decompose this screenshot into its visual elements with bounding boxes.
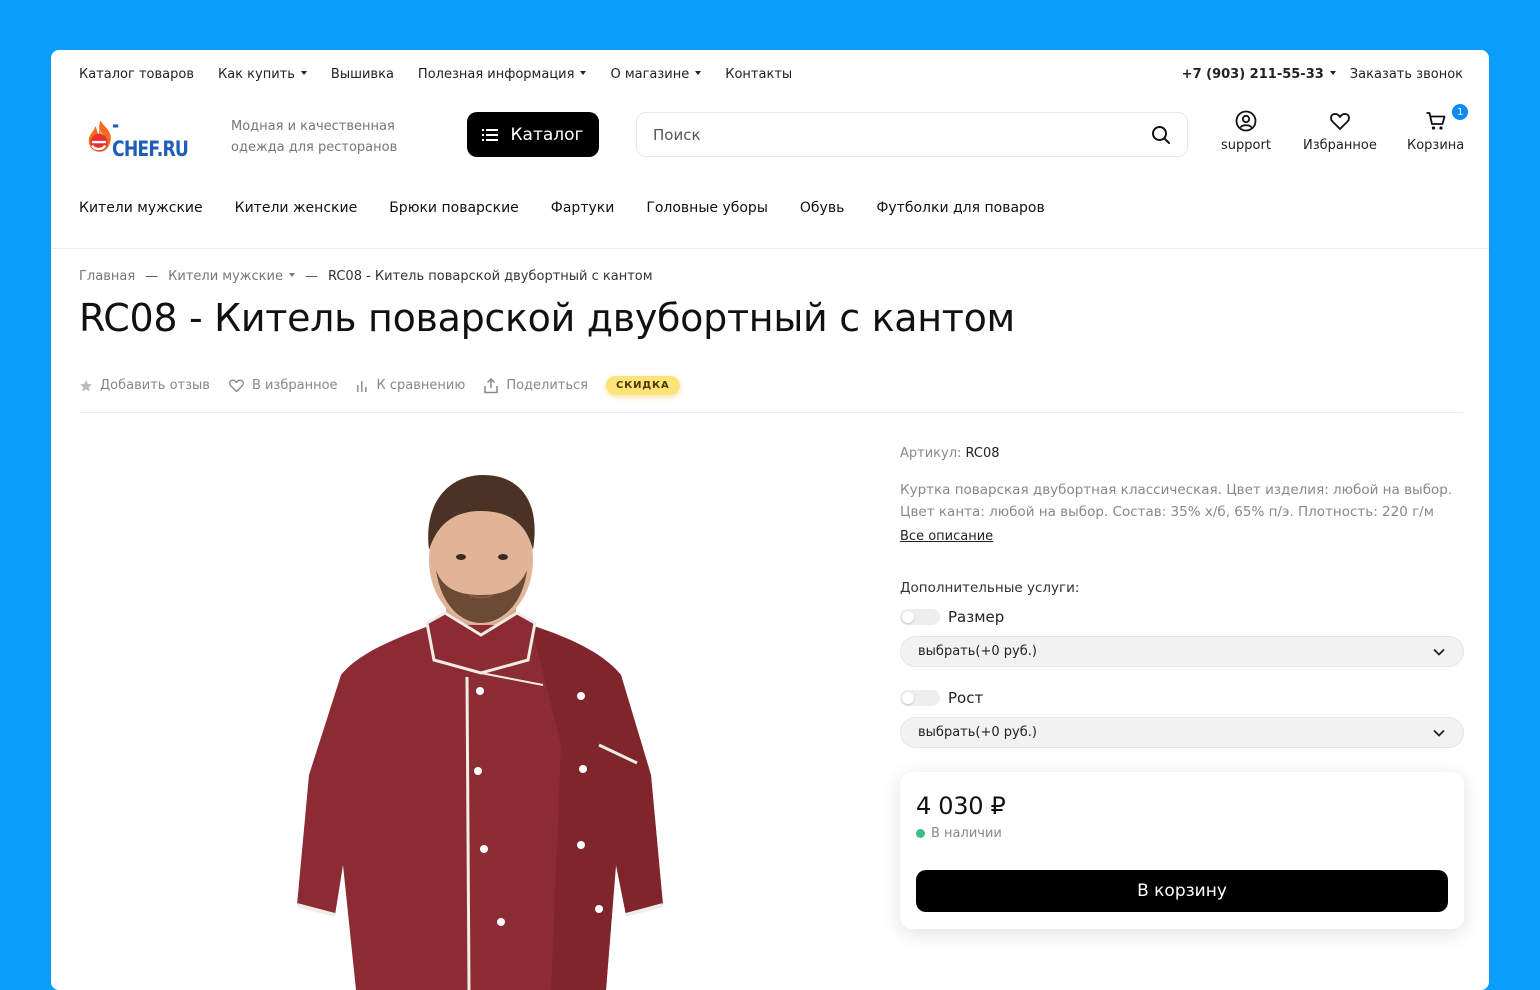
category-item[interactable]: Брюки поварские — [389, 200, 519, 216]
search-icon[interactable] — [1151, 125, 1171, 145]
size-option: Размер — [900, 608, 1464, 626]
add-review-button[interactable]: Добавить отзыв — [79, 378, 210, 393]
product-sku: Артикул: RC08 — [900, 446, 1464, 461]
caret-down-icon — [695, 70, 702, 75]
stock-label: В наличии — [931, 826, 1002, 841]
favorites-link[interactable]: Избранное — [1303, 110, 1377, 153]
heart-icon — [1329, 113, 1350, 130]
share-button[interactable]: Поделиться — [483, 377, 589, 394]
sku-value: RC08 — [965, 446, 1000, 461]
star-icon — [80, 379, 92, 391]
breadcrumb-separator: — — [145, 269, 159, 284]
actions-divider — [79, 412, 1463, 413]
contact-area: +7 (903) 211-55-33 Заказать звонок — [1182, 67, 1463, 82]
category-item[interactable]: Обувь — [800, 200, 844, 216]
topnav-label: Вышивка — [330, 67, 394, 82]
height-option-label: Рост — [948, 689, 984, 707]
caret-down-icon — [300, 70, 307, 75]
size-select[interactable]: выбрать(+0 руб.) — [900, 636, 1464, 667]
category-item[interactable]: Кители мужские — [79, 200, 203, 216]
caret-down-icon — [580, 70, 587, 75]
sku-label: Артикул: — [900, 446, 962, 461]
support-link[interactable]: support — [1221, 110, 1271, 153]
catalog-button[interactable]: Каталог — [467, 112, 599, 157]
cart-link[interactable]: 1 Корзина — [1407, 104, 1469, 153]
site-logo[interactable]: -CHEF.RU — [85, 113, 205, 161]
chevron-down-icon — [1433, 648, 1445, 656]
topnav-label: Полезная информация — [417, 67, 575, 82]
site-tagline: Модная и качественная одежда для рестора… — [231, 119, 398, 155]
cart-count-badge: 1 — [1452, 104, 1469, 120]
category-nav: Кители мужские Кители женские Брюки пова… — [79, 200, 1077, 216]
topnav-label: О магазине — [610, 67, 690, 82]
add-favorite-button[interactable]: В избранное — [228, 378, 338, 393]
full-description-link[interactable]: Все описание — [900, 529, 993, 544]
product-description: Куртка поварская двубортная классическая… — [900, 482, 1453, 520]
height-option: Рост — [900, 689, 1464, 707]
caret-down-icon[interactable] — [288, 272, 295, 277]
topnav-item-contacts[interactable]: Контакты — [725, 67, 792, 82]
category-item[interactable]: Кители женские — [235, 200, 358, 216]
product-info: Артикул: RC08 Куртка поварская двубортна… — [900, 446, 1464, 748]
share-icon — [484, 377, 499, 393]
stock-status: В наличии — [916, 826, 1448, 841]
topnav-label: Каталог товаров — [79, 67, 194, 82]
size-toggle[interactable] — [900, 609, 940, 625]
user-icon — [1235, 110, 1257, 132]
top-nav: Каталог товаров Как купить Вышивка Полез… — [79, 67, 816, 82]
buy-box: 4 030 ₽ В наличии В корзину — [900, 772, 1464, 929]
compare-button[interactable]: К сравнению — [356, 378, 466, 393]
category-item[interactable]: Фартуки — [551, 200, 615, 216]
in-stock-dot-icon — [916, 829, 925, 838]
favorites-label: Избранное — [1303, 138, 1377, 153]
sale-badge: СКИДКА — [606, 376, 680, 395]
cart-label: Корзина — [1407, 138, 1465, 153]
share-label: Поделиться — [506, 378, 589, 393]
product-price: 4 030 ₽ — [916, 792, 1006, 820]
product-photo[interactable] — [231, 445, 751, 990]
page-card: Каталог товаров Как купить Вышивка Полез… — [51, 50, 1489, 990]
topnav-item-how-to-buy[interactable]: Как купить — [218, 67, 307, 82]
services-title: Дополнительные услуги: — [900, 580, 1080, 596]
breadcrumb-home[interactable]: Главная — [79, 269, 135, 284]
category-item[interactable]: Футболки для поваров — [876, 200, 1044, 216]
size-select-value: выбрать(+0 руб.) — [918, 644, 1037, 659]
height-select[interactable]: выбрать(+0 руб.) — [900, 717, 1464, 748]
add-favorite-label: В избранное — [251, 378, 338, 393]
page-title: RC08 - Китель поварской двубортный с кан… — [79, 296, 1015, 340]
breadcrumb-current: RC08 - Китель поварской двубортный с кан… — [327, 269, 653, 284]
search-box — [636, 112, 1188, 157]
height-select-value: выбрать(+0 руб.) — [918, 725, 1037, 740]
size-option-label: Размер — [948, 608, 1005, 626]
catalog-button-label: Каталог — [510, 124, 584, 145]
callback-link[interactable]: Заказать звонок — [1350, 67, 1463, 82]
topnav-item-catalog[interactable]: Каталог товаров — [79, 67, 194, 82]
phone-number: +7 (903) 211-55-33 — [1181, 67, 1324, 82]
product-actions: Добавить отзыв В избранное К сравнению П… — [79, 376, 680, 395]
topnav-label: Как купить — [217, 67, 295, 82]
compare-label: К сравнению — [376, 378, 466, 393]
topnav-item-about[interactable]: О магазине — [610, 67, 702, 82]
header-divider — [51, 248, 1489, 249]
search-input[interactable] — [653, 125, 1151, 144]
topnav-item-useful-info[interactable]: Полезная информация — [418, 67, 587, 82]
breadcrumb-section[interactable]: Кители мужские — [168, 269, 283, 284]
bar-chart-icon — [356, 380, 367, 392]
support-label: support — [1221, 138, 1271, 153]
logo-text: -CHEF.RU — [112, 113, 189, 161]
topnav-item-embroidery[interactable]: Вышивка — [331, 67, 394, 82]
category-item[interactable]: Головные уборы — [646, 200, 768, 216]
add-to-cart-button[interactable]: В корзину — [916, 870, 1448, 912]
height-toggle[interactable] — [900, 690, 940, 706]
caret-down-icon — [1329, 70, 1336, 75]
breadcrumb-separator: — — [304, 269, 318, 284]
menu-icon — [482, 128, 499, 141]
chevron-down-icon — [1433, 729, 1445, 737]
add-review-label: Добавить отзыв — [100, 378, 210, 393]
heart-icon — [228, 379, 244, 393]
cart-icon — [1426, 112, 1446, 130]
breadcrumb: Главная — Кители мужские — RC08 - Китель… — [79, 269, 653, 284]
phone-dropdown[interactable]: +7 (903) 211-55-33 — [1182, 67, 1336, 82]
topnav-label: Контакты — [725, 67, 793, 82]
